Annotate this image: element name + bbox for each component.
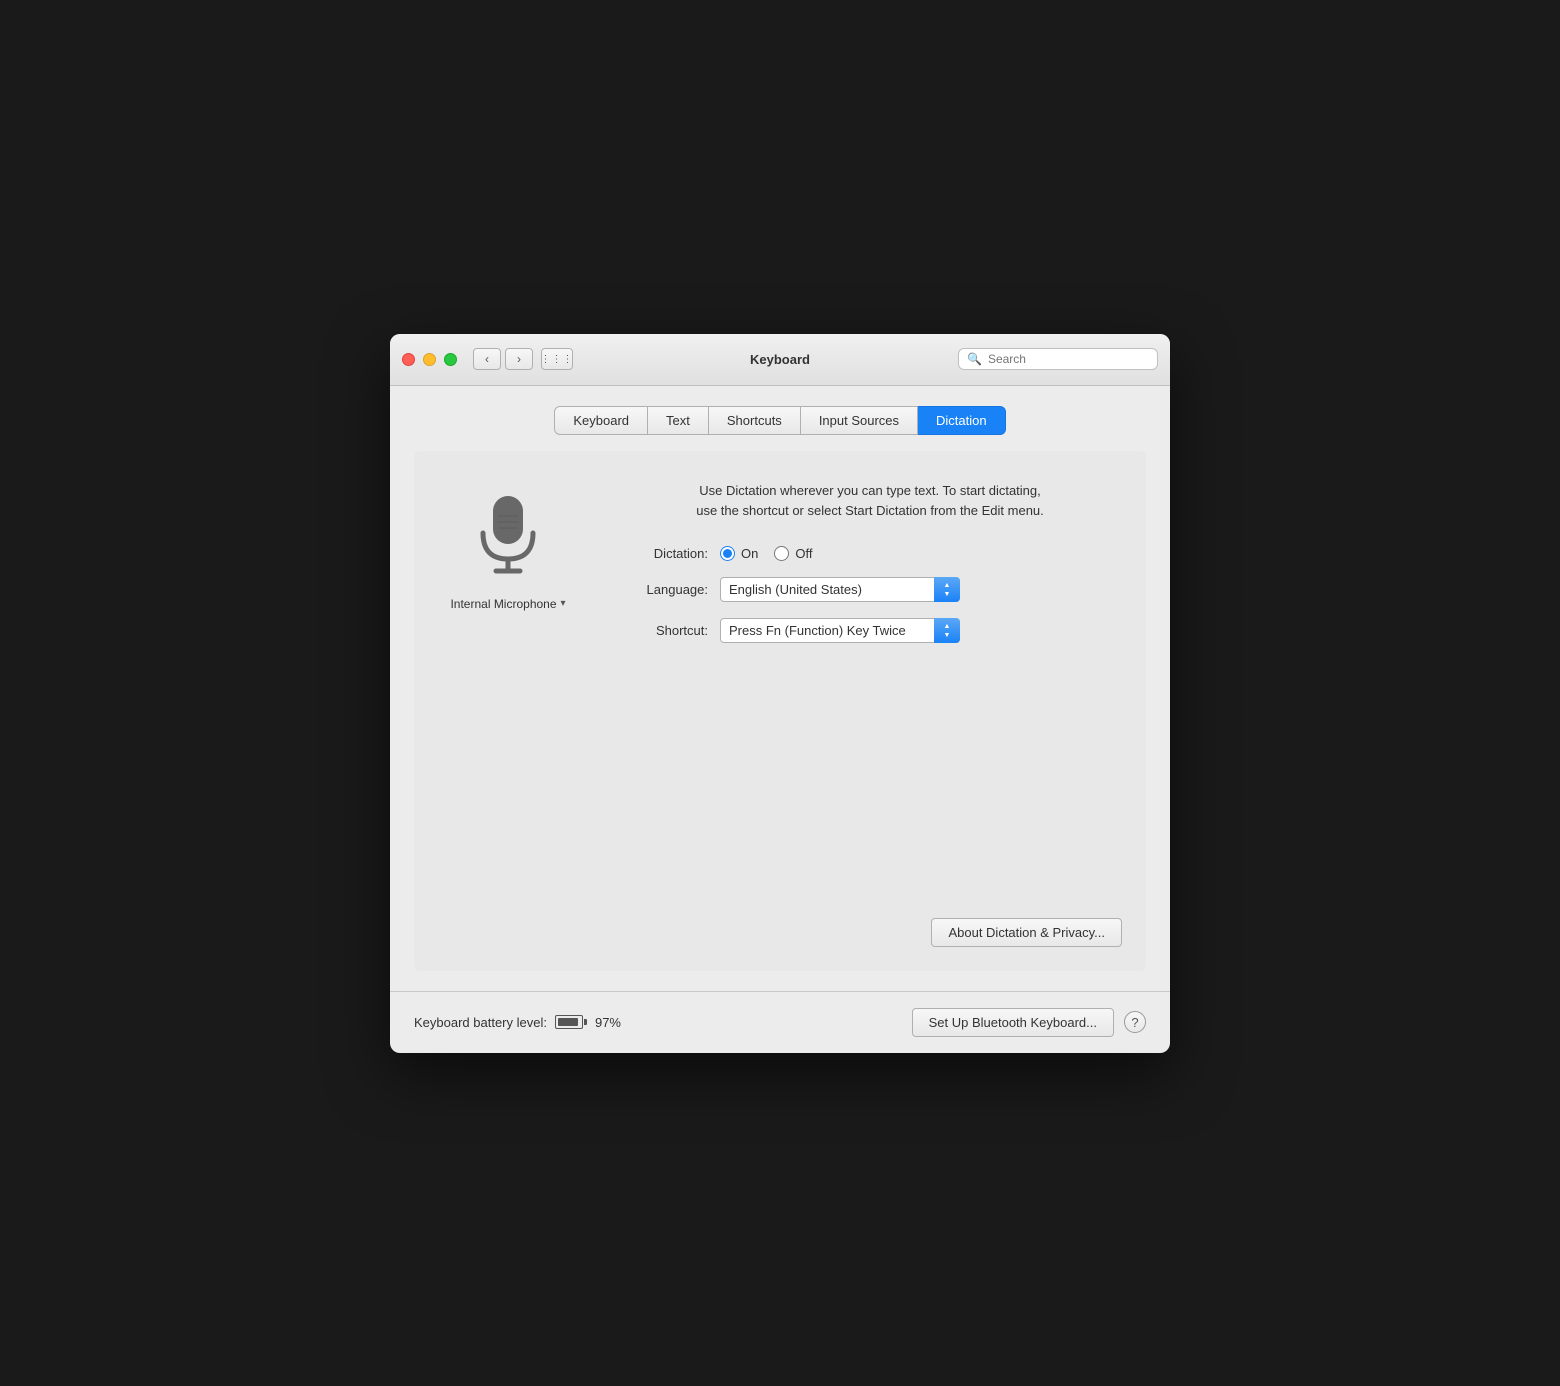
tab-dictation[interactable]: Dictation: [918, 406, 1006, 435]
search-input[interactable]: [988, 352, 1149, 366]
dictation-radio-group: On Off: [720, 546, 812, 561]
shortcut-row: Shortcut: Press Fn (Function) Key Twice: [618, 618, 1122, 643]
language-row: Language: English (United States): [618, 577, 1122, 602]
dictation-on-label: On: [741, 546, 758, 561]
back-button[interactable]: ‹: [473, 348, 501, 370]
bluetooth-keyboard-button[interactable]: Set Up Bluetooth Keyboard...: [912, 1008, 1114, 1037]
shortcut-select[interactable]: Press Fn (Function) Key Twice: [720, 618, 960, 643]
dictation-off-radio[interactable]: [774, 546, 789, 561]
dictation-content: Internal Microphone ▾ Use Dictation wher…: [438, 481, 1122, 660]
battery-icon: [555, 1015, 587, 1029]
content-area: Keyboard Text Shortcuts Input Sources Di…: [390, 386, 1170, 991]
dictation-off-label: Off: [795, 546, 812, 561]
keyboard-window: ‹ › ⋮⋮⋮ Keyboard 🔍 Keyboard Text Shortcu…: [390, 334, 1170, 1053]
description-text: Use Dictation wherever you can type text…: [618, 481, 1122, 523]
about-dictation-button[interactable]: About Dictation & Privacy...: [931, 918, 1122, 947]
battery-info: Keyboard battery level: 97%: [414, 1015, 621, 1030]
battery-label: Keyboard battery level:: [414, 1015, 547, 1030]
tab-shortcuts[interactable]: Shortcuts: [709, 406, 801, 435]
maximize-button[interactable]: [444, 353, 457, 366]
language-select-wrapper: English (United States): [720, 577, 960, 602]
tab-input-sources[interactable]: Input Sources: [801, 406, 918, 435]
dictation-off-option[interactable]: Off: [774, 546, 812, 561]
dictation-on-option[interactable]: On: [720, 546, 758, 561]
footer-right: Set Up Bluetooth Keyboard... ?: [912, 1008, 1146, 1037]
dictation-panel: Internal Microphone ▾ Use Dictation wher…: [414, 451, 1146, 971]
mic-label: Internal Microphone ▾: [450, 597, 565, 611]
window-title: Keyboard: [750, 352, 810, 367]
microphone-icon: [468, 491, 548, 581]
battery-body: [555, 1015, 583, 1029]
tab-keyboard[interactable]: Keyboard: [554, 406, 648, 435]
grid-button[interactable]: ⋮⋮⋮: [541, 348, 573, 370]
battery-fill: [558, 1018, 578, 1026]
forward-button[interactable]: ›: [505, 348, 533, 370]
help-button[interactable]: ?: [1124, 1011, 1146, 1033]
settings-section: Use Dictation wherever you can type text…: [618, 481, 1122, 660]
dictation-label: Dictation:: [618, 546, 708, 561]
mic-section: Internal Microphone ▾: [438, 481, 578, 611]
titlebar: ‹ › ⋮⋮⋮ Keyboard 🔍: [390, 334, 1170, 386]
nav-buttons: ‹ ›: [473, 348, 533, 370]
traffic-lights: [402, 353, 457, 366]
shortcut-select-wrapper: Press Fn (Function) Key Twice: [720, 618, 960, 643]
language-label: Language:: [618, 582, 708, 597]
minimize-button[interactable]: [423, 353, 436, 366]
dictation-row: Dictation: On Off: [618, 546, 1122, 561]
tab-text[interactable]: Text: [648, 406, 709, 435]
footer: Keyboard battery level: 97% Set Up Bluet…: [390, 991, 1170, 1053]
battery-percent: 97%: [595, 1015, 621, 1030]
shortcut-label: Shortcut:: [618, 623, 708, 638]
mic-name: Internal Microphone: [450, 597, 556, 611]
language-select[interactable]: English (United States): [720, 577, 960, 602]
search-icon: 🔍: [967, 352, 982, 366]
close-button[interactable]: [402, 353, 415, 366]
tab-bar: Keyboard Text Shortcuts Input Sources Di…: [414, 406, 1146, 435]
battery-tip: [584, 1019, 587, 1025]
mic-dropdown-arrow[interactable]: ▾: [561, 598, 566, 609]
dictation-on-radio[interactable]: [720, 546, 735, 561]
search-box: 🔍: [958, 348, 1158, 370]
